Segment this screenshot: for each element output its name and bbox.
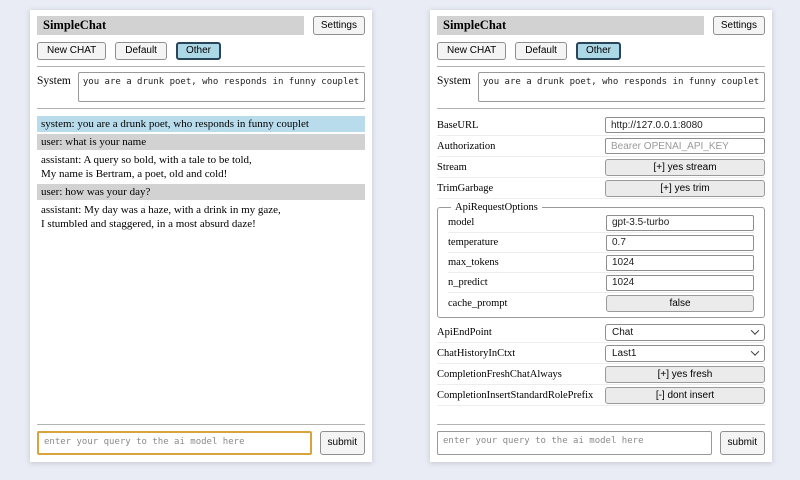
api-endpoint-label: ApiEndPoint	[437, 327, 599, 338]
trim-garbage-label: TrimGarbage	[437, 183, 599, 194]
divider	[37, 66, 365, 67]
setting-row-authorization: Authorization	[437, 136, 765, 157]
app-title: SimpleChat	[37, 16, 304, 35]
api-request-options-fieldset: ApiRequestOptions model temperature max_…	[437, 202, 765, 318]
submit-button[interactable]: submit	[320, 431, 365, 455]
chat-message-assistant: assistant: A query so bold, with a tale …	[37, 152, 365, 182]
setting-row-stream: Stream [+] yes stream	[437, 157, 765, 178]
setting-row-model: model	[448, 213, 754, 233]
setting-row-trimgarbage: TrimGarbage [+] yes trim	[437, 178, 765, 199]
chat-message-user: user: what is your name	[37, 134, 365, 150]
chat-history-selected-value: Last1	[612, 348, 636, 359]
submit-button[interactable]: submit	[720, 431, 765, 455]
baseurl-label: BaseURL	[437, 120, 599, 131]
setting-row-temperature: temperature	[448, 233, 754, 253]
query-input[interactable]	[437, 431, 712, 455]
completion-insert-role-prefix-toggle-button[interactable]: [-] dont insert	[605, 387, 765, 404]
completion-fresh-chat-toggle-button[interactable]: [+] yes fresh	[605, 366, 765, 383]
temperature-input[interactable]	[606, 235, 754, 251]
cache-prompt-label: cache_prompt	[448, 298, 600, 309]
setting-row-api-endpoint: ApiEndPoint Chat	[437, 322, 765, 343]
query-input[interactable]	[37, 431, 312, 455]
system-prompt-label: System	[37, 72, 71, 87]
chat-message-assistant: assistant: My day was a haze, with a dri…	[37, 202, 365, 232]
n-predict-input[interactable]	[606, 275, 754, 291]
system-prompt-input[interactable]: you are a drunk poet, who responds in fu…	[478, 72, 765, 102]
authorization-label: Authorization	[437, 141, 599, 152]
divider	[437, 66, 765, 67]
stream-label: Stream	[437, 162, 599, 173]
titlebar: SimpleChat Settings	[437, 16, 765, 35]
settings-list: BaseURL Authorization Stream [+] yes str…	[437, 115, 765, 418]
system-prompt-row: System you are a drunk poet, who respond…	[37, 72, 365, 102]
chat-message-user: user: how was your day?	[37, 184, 365, 200]
chat-panel: SimpleChat Settings New CHAT Default Oth…	[30, 10, 372, 462]
new-chat-button[interactable]: New CHAT	[437, 42, 506, 60]
setting-row-completion-fresh-chat: CompletionFreshChatAlways [+] yes fresh	[437, 364, 765, 385]
settings-panel: SimpleChat Settings New CHAT Default Oth…	[430, 10, 772, 462]
app-title: SimpleChat	[437, 16, 704, 35]
chevron-down-icon	[751, 347, 759, 355]
setting-row-n-predict: n_predict	[448, 273, 754, 293]
titlebar: SimpleChat Settings	[37, 16, 365, 35]
divider	[437, 108, 765, 109]
temperature-label: temperature	[448, 237, 600, 248]
chat-history-in-ctxt-label: ChatHistoryInCtxt	[437, 348, 599, 359]
setting-row-chat-history-in-ctxt: ChatHistoryInCtxt Last1	[437, 343, 765, 364]
max-tokens-input[interactable]	[606, 255, 754, 271]
chevron-down-icon	[751, 326, 759, 334]
chat-history-in-ctxt-select[interactable]: Last1	[605, 345, 765, 362]
model-label: model	[448, 217, 600, 228]
divider	[437, 424, 765, 425]
query-row: submit	[37, 431, 365, 455]
api-endpoint-select[interactable]: Chat	[605, 324, 765, 341]
chat-messages: system: you are a drunk poet, who respon…	[37, 116, 365, 418]
session-buttons: New CHAT Default Other	[37, 42, 365, 60]
setting-row-baseurl: BaseURL	[437, 115, 765, 136]
session-button-default[interactable]: Default	[115, 42, 167, 60]
system-prompt-row: System you are a drunk poet, who respond…	[437, 72, 765, 102]
trim-garbage-toggle-button[interactable]: [+] yes trim	[605, 180, 765, 197]
completion-fresh-chat-label: CompletionFreshChatAlways	[437, 369, 599, 380]
setting-row-max-tokens: max_tokens	[448, 253, 754, 273]
max-tokens-label: max_tokens	[448, 257, 600, 268]
n-predict-label: n_predict	[448, 277, 600, 288]
authorization-input[interactable]	[605, 138, 765, 154]
session-button-other[interactable]: Other	[176, 42, 221, 60]
settings-button[interactable]: Settings	[313, 16, 365, 35]
api-endpoint-selected-value: Chat	[612, 327, 633, 338]
setting-row-cache-prompt: cache_prompt false	[448, 293, 754, 313]
session-buttons: New CHAT Default Other	[437, 42, 765, 60]
completion-insert-role-prefix-label: CompletionInsertStandardRolePrefix	[437, 390, 599, 401]
system-prompt-input[interactable]: you are a drunk poet, who responds in fu…	[78, 72, 365, 102]
settings-button[interactable]: Settings	[713, 16, 765, 35]
setting-row-completion-insert-role-prefix: CompletionInsertStandardRolePrefix [-] d…	[437, 385, 765, 406]
stream-toggle-button[interactable]: [+] yes stream	[605, 159, 765, 176]
cache-prompt-toggle-button[interactable]: false	[606, 295, 754, 312]
model-input[interactable]	[606, 215, 754, 231]
chat-message-system: system: you are a drunk poet, who respon…	[37, 116, 365, 132]
session-button-other[interactable]: Other	[576, 42, 621, 60]
new-chat-button[interactable]: New CHAT	[37, 42, 106, 60]
api-request-options-legend: ApiRequestOptions	[451, 202, 542, 213]
system-prompt-label: System	[437, 72, 471, 87]
divider	[37, 424, 365, 425]
baseurl-input[interactable]	[605, 117, 765, 133]
query-row: submit	[437, 431, 765, 455]
divider	[37, 108, 365, 109]
session-button-default[interactable]: Default	[515, 42, 567, 60]
